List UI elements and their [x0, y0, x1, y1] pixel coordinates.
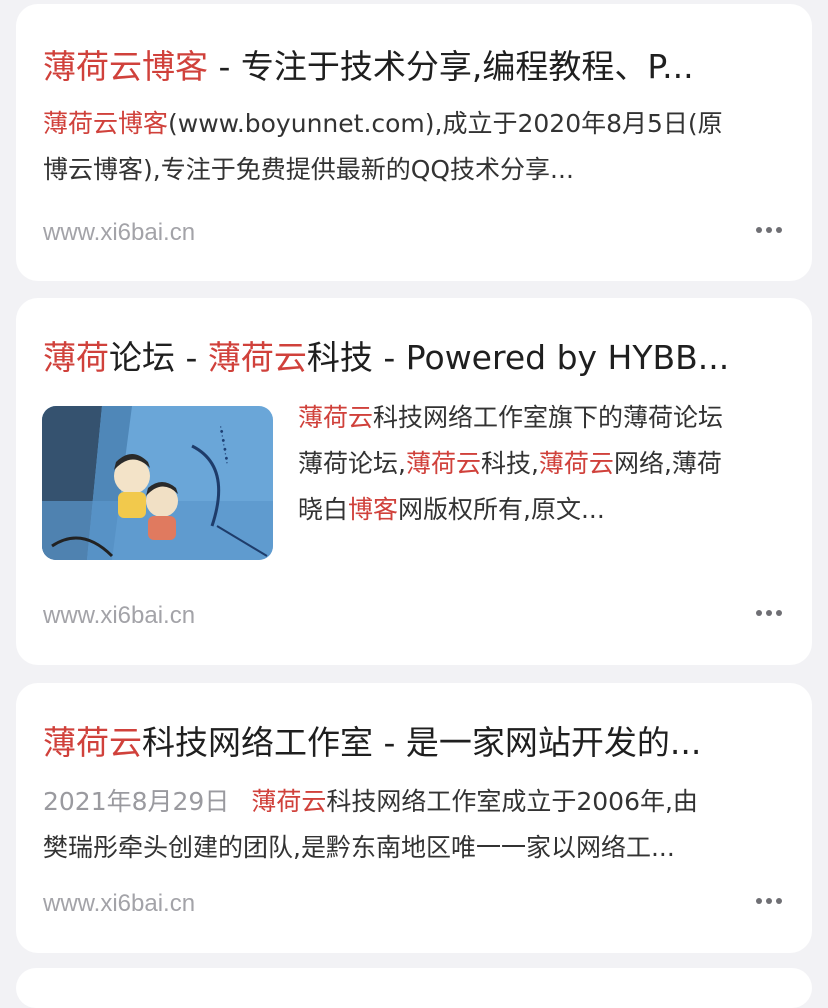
result-snippet: 薄荷云博客(www.boyunnet.com),成立于2020年8月5日(原 博… — [43, 101, 723, 193]
title-highlight: 薄荷云博客 — [43, 47, 208, 86]
snippet-highlight: 薄荷云博客 — [43, 109, 169, 138]
result-date: 2021年8月29日 — [43, 787, 230, 816]
title-highlight: 薄荷 — [43, 338, 109, 377]
result-snippet: 2021年8月29日 薄荷云科技网络工作室成立于2006年,由 樊瑞彤牵头创建的团… — [43, 779, 698, 871]
snippet-line-3: 晓白博客网版权所有,原文... — [298, 487, 723, 533]
snippet-text: 科技网络工作室旗下的薄荷论坛 — [373, 403, 724, 432]
snippet-highlight: 薄荷云 — [251, 787, 327, 816]
result-thumbnail[interactable]: ·•·•·•·•· — [42, 406, 273, 560]
snippet-text: 网络,薄荷 — [613, 449, 722, 478]
snippet-text: 科技, — [480, 449, 539, 478]
title-text: - 专注于技术分享,编程教程、P... — [208, 47, 694, 86]
result-site-url[interactable]: www.xi6bai.cn — [43, 602, 195, 630]
thumbnail-image: ·•·•·•·•· — [42, 406, 273, 560]
snippet-line-1: 薄荷云博客(www.boyunnet.com),成立于2020年8月5日(原 — [43, 101, 723, 147]
result-card-3[interactable]: 薄荷云科技网络工作室 - 是一家网站开发的... 2021年8月29日 薄荷云科技… — [16, 683, 812, 953]
result-site-url[interactable]: www.xi6bai.cn — [43, 890, 195, 918]
snippet-line-2: 博云博客),专注于免费提供最新的QQ技术分享... — [43, 155, 574, 184]
snippet-text: 晓白 — [298, 495, 349, 524]
snippet-text: 网版权所有,原文... — [398, 495, 605, 524]
result-card-partial[interactable] — [16, 968, 812, 1008]
snippet-line-1: 薄荷云科技网络工作室旗下的薄荷论坛 — [298, 395, 723, 441]
more-dots-icon[interactable] — [756, 898, 782, 904]
snippet-highlight: 博客 — [348, 495, 399, 524]
snippet-text: 科技网络工作室成立于2006年,由 — [326, 787, 698, 816]
result-snippet: 薄荷云科技网络工作室旗下的薄荷论坛 薄荷论坛,薄荷云科技,薄荷云网络,薄荷 晓白… — [298, 395, 723, 533]
snippet-highlight: 薄荷云 — [538, 449, 614, 478]
snippet-text: 薄荷论坛, — [298, 449, 406, 478]
result-site-url[interactable]: www.xi6bai.cn — [43, 219, 195, 247]
result-card-1[interactable]: 薄荷云博客 - 专注于技术分享,编程教程、P... 薄荷云博客(www.boyu… — [16, 4, 812, 281]
snippet-line-2: 薄荷论坛,薄荷云科技,薄荷云网络,薄荷 — [298, 441, 723, 487]
result-title[interactable]: 薄荷论坛 - 薄荷云科技 - Powered by HYBB... — [43, 338, 772, 378]
result-title[interactable]: 薄荷云博客 - 专注于技术分享,编程教程、P... — [43, 47, 772, 87]
title-highlight: 薄荷云 — [43, 723, 142, 762]
more-dots-icon[interactable] — [756, 610, 782, 616]
more-dots-icon[interactable] — [756, 227, 782, 233]
snippet-text: (www.boyunnet.com),成立于2020年8月5日(原 — [168, 109, 723, 138]
result-title[interactable]: 薄荷云科技网络工作室 - 是一家网站开发的... — [43, 723, 772, 763]
title-text: 科技网络工作室 - 是一家网站开发的... — [142, 723, 702, 762]
title-highlight: 薄荷云 — [207, 338, 307, 377]
snippet-highlight: 薄荷云 — [405, 449, 481, 478]
title-text: 论坛 - — [109, 338, 208, 377]
result-card-2[interactable]: 薄荷论坛 - 薄荷云科技 - Powered by HYBB... ·•·•·•… — [16, 298, 812, 665]
snippet-highlight: 薄荷云 — [298, 403, 374, 432]
snippet-line-2: 樊瑞彤牵头创建的团队,是黔东南地区唯一一家以网络工... — [43, 833, 675, 862]
title-text: 科技 - Powered by HYBB... — [306, 338, 730, 377]
snippet-line-1: 2021年8月29日 薄荷云科技网络工作室成立于2006年,由 — [43, 779, 698, 825]
